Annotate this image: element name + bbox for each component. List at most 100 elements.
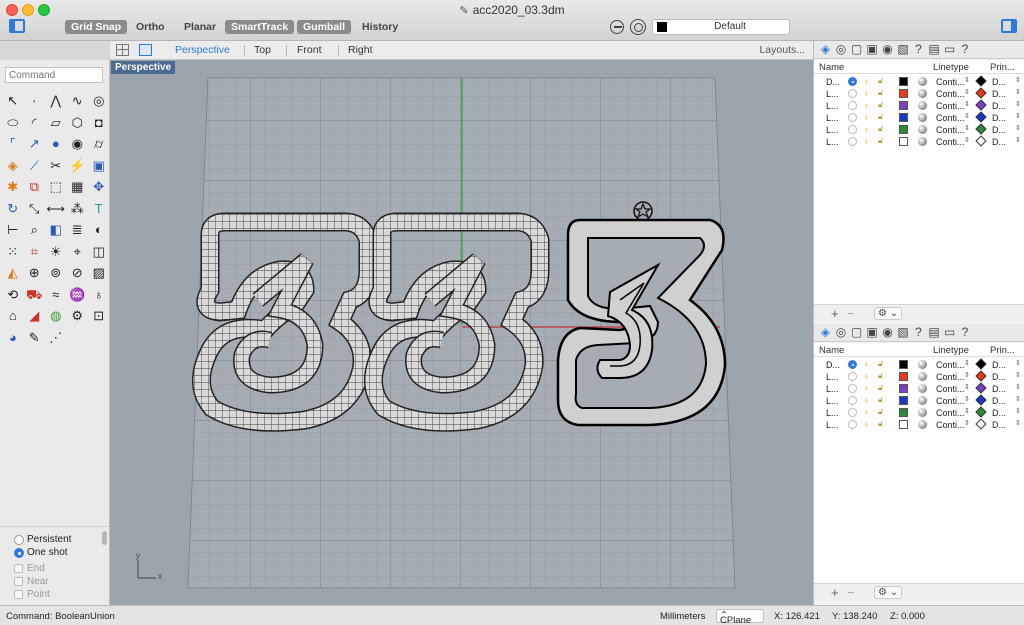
end-checkbox[interactable] (14, 564, 23, 573)
split-icon[interactable]: ⚡ (67, 155, 89, 177)
layer-name[interactable]: L... (826, 89, 839, 99)
chevron-updown-icon[interactable]: ⇕ (964, 76, 970, 84)
material-icon[interactable]: ◭ (2, 262, 24, 284)
material-icon[interactable] (918, 89, 927, 98)
bulb-icon[interactable]: ♁ (88, 284, 110, 306)
camera-icon[interactable]: ⌖ (67, 241, 89, 263)
material-icon[interactable] (918, 372, 927, 381)
camera-panel-icon[interactable]: ◉ (881, 326, 894, 339)
print-color-diamond[interactable] (975, 75, 987, 87)
tab-front[interactable]: Front (297, 44, 322, 56)
target-icon[interactable] (630, 19, 646, 35)
print-width-value[interactable]: D... (992, 372, 1006, 382)
command-history[interactable]: Command: BooleanUnion (6, 611, 115, 622)
current-layer-radio[interactable] (848, 372, 857, 381)
near-checkbox[interactable] (14, 577, 23, 586)
layer-color-swatch[interactable] (899, 408, 908, 417)
chevron-updown-icon[interactable]: ⇕ (964, 88, 970, 96)
lock-icon[interactable]: 🔓︎ (878, 359, 883, 369)
chevron-updown-icon[interactable]: ⇕ (964, 371, 970, 379)
layer-color-swatch[interactable] (899, 125, 908, 134)
fillet-curves-icon[interactable]: ⌜ (2, 133, 24, 155)
layer-name[interactable]: L... (826, 408, 839, 418)
bulb-icon[interactable]: ♁ (863, 371, 870, 381)
chevron-updown-icon[interactable]: ⇕ (964, 100, 970, 108)
monitor-icon[interactable]: ▭ (943, 326, 956, 339)
layouts-button[interactable]: Layouts... (759, 44, 805, 56)
explode-icon[interactable]: ✱ (2, 176, 24, 198)
print-width-value[interactable]: D... (992, 360, 1006, 370)
text-icon[interactable]: T (88, 198, 110, 220)
mirror-icon[interactable]: ⟷ (45, 198, 67, 220)
cage-icon[interactable]: ▨ (88, 262, 110, 284)
layer-name[interactable]: L... (826, 137, 839, 147)
arc-icon[interactable]: ◜ (24, 112, 46, 134)
layer-name[interactable]: D... (826, 360, 840, 370)
twist-icon[interactable]: ♒ (67, 284, 89, 306)
bend-icon[interactable]: ⟲ (2, 284, 24, 306)
selection-box-icon[interactable]: ⊡ (88, 305, 110, 327)
analyze-icon[interactable]: ⌕ (24, 219, 46, 241)
layer-name[interactable]: L... (826, 396, 839, 406)
material-icon[interactable] (918, 77, 927, 86)
lock-icon[interactable]: 🔓︎ (878, 88, 883, 98)
one-shot-radio[interactable] (14, 547, 24, 558)
layer-row[interactable]: L... ♁ 🔓︎ Conti... ⇕ D... ⇕ (814, 418, 1024, 431)
dimension-icon[interactable]: ⊢ (2, 219, 24, 241)
render-icon[interactable]: ⌗ (24, 241, 46, 263)
solid-edit-icon[interactable]: ◉ (67, 133, 89, 155)
help-icon[interactable]: ? (959, 43, 972, 56)
point-icon[interactable]: · (24, 90, 46, 112)
print-color-diamond[interactable] (975, 406, 987, 418)
chevron-updown-icon[interactable]: ⇕ (1015, 419, 1021, 427)
chevron-updown-icon[interactable]: ⇕ (1015, 136, 1021, 144)
layer-row[interactable]: L... ♁ 🔓︎ Conti... ⇕ D... ⇕ (814, 406, 1024, 419)
print-color-diamond[interactable] (975, 111, 987, 123)
near-option[interactable]: Near (14, 576, 49, 587)
bulb-icon[interactable]: ♁ (863, 112, 870, 122)
print-width-value[interactable]: D... (992, 420, 1006, 430)
point-option[interactable]: Point (14, 589, 50, 600)
help-panel-icon[interactable]: ? (912, 43, 925, 56)
layer-color-swatch[interactable] (899, 420, 908, 429)
col-name[interactable]: Name (819, 62, 844, 73)
rectangle-icon[interactable]: ▱ (45, 112, 67, 134)
layer-row[interactable]: D... ♁ 🔓︎ Conti... ⇕ D... ⇕ (814, 75, 1024, 88)
layer-name[interactable]: L... (826, 420, 839, 430)
shade-icon[interactable]: ◢ (24, 305, 46, 327)
current-layer-radio[interactable] (848, 101, 857, 110)
four-views-icon[interactable] (116, 44, 129, 56)
chevron-updown-icon[interactable]: ⇕ (1015, 371, 1021, 379)
chevron-updown-icon[interactable]: ⇕ (964, 383, 970, 391)
lock-icon[interactable]: 🔓︎ (878, 395, 883, 405)
hide-icon[interactable]: ◐ (88, 219, 110, 241)
material-icon[interactable] (918, 408, 927, 417)
polyline-icon[interactable]: ⋀ (45, 90, 67, 112)
cplane-select[interactable]: CPlane ⌃ (716, 609, 764, 625)
layer-color-swatch[interactable] (899, 77, 908, 86)
properties-icon[interactable]: ▤ (928, 43, 941, 56)
chevron-updown-icon[interactable]: ⇕ (1015, 383, 1021, 391)
print-width-value[interactable]: D... (992, 77, 1006, 87)
cylinder-icon[interactable]: ⌭ (88, 133, 110, 155)
one-shot-option[interactable]: One shot (14, 547, 68, 558)
print-width-value[interactable]: D... (992, 396, 1006, 406)
bulb-icon[interactable]: ♁ (863, 395, 870, 405)
material-icon[interactable] (918, 360, 927, 369)
layer-name[interactable]: L... (826, 372, 839, 382)
layer-options-gear-icon[interactable]: ⚙ ⌄ (874, 307, 903, 320)
help-icon[interactable]: ? (959, 326, 972, 339)
command-input[interactable] (5, 67, 103, 83)
linetype-value[interactable]: Conti... (936, 372, 965, 382)
lock-icon[interactable]: 🔓︎ (878, 371, 883, 381)
current-layer-radio[interactable] (848, 89, 857, 98)
print-color-diamond[interactable] (975, 87, 987, 99)
print-width-value[interactable]: D... (992, 384, 1006, 394)
end-option[interactable]: End (14, 563, 45, 574)
col-print[interactable]: Prin... (990, 345, 1015, 356)
document-icon[interactable]: ▢ (850, 43, 863, 56)
camera-panel-icon[interactable]: ◉ (881, 43, 894, 56)
linetype-value[interactable]: Conti... (936, 113, 965, 123)
bulb-icon[interactable]: ♁ (863, 419, 870, 429)
chevron-updown-icon[interactable]: ⇕ (1015, 88, 1021, 96)
